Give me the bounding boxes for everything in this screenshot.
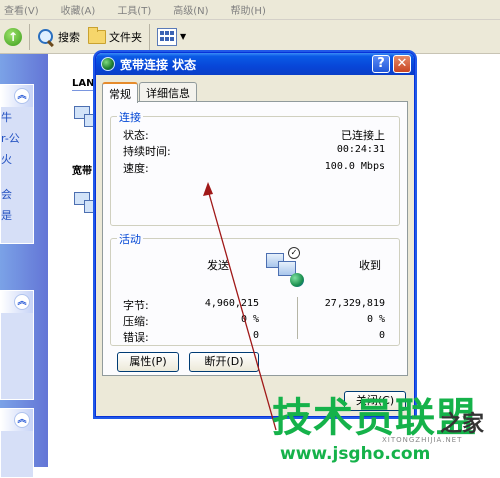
duration-value: 00:24:31 — [336, 144, 385, 155]
chevron-down-icon: ▼ — [180, 32, 187, 41]
dialog-title: 宽带连接 状态 — [120, 57, 197, 72]
bytes-sent-value: 4,960,215 — [204, 298, 259, 309]
task-pane: ︽ 牛 r-公 火 会 是 ︽ ︽ — [0, 54, 48, 478]
bytes-label: 字节: — [123, 299, 149, 312]
errors-label: 错误: — [123, 331, 149, 344]
toolbar-separator — [29, 23, 30, 50]
folder-icon — [88, 26, 106, 44]
task-box-header: ︽ — [1, 409, 33, 431]
search-icon — [37, 28, 55, 46]
collapse-up-icon[interactable]: ︽ — [14, 294, 30, 310]
other-places-box: ︽ — [0, 290, 34, 400]
close-x-button[interactable]: ✕ — [393, 55, 411, 73]
duration-label: 持续时间: — [123, 145, 171, 158]
up-arrow-icon: ↑ — [4, 27, 22, 46]
watermark-suffix: 之家 — [440, 412, 485, 437]
status-label: 状态: — [123, 129, 149, 142]
watermark-url: www.jsgho.com — [280, 444, 431, 464]
details-box: ︽ — [0, 408, 34, 478]
activity-legend: 活动 — [117, 231, 143, 247]
task-link[interactable]: r-公 — [1, 128, 33, 149]
check-icon: ✓ — [288, 247, 300, 259]
compression-received-value: 0 % — [366, 314, 385, 325]
search-button[interactable]: 搜索 — [33, 24, 84, 50]
folders-label: 文件夹 — [109, 30, 142, 44]
general-tab-panel: 连接 状态: 已连接上 持续时间: 00:24:31 速度: 100.0 Mbp… — [102, 101, 408, 376]
dialog-titlebar[interactable]: 宽带连接 状态 ? ✕ — [96, 53, 414, 75]
compression-sent-value: 0 % — [240, 314, 259, 325]
activity-group: 活动 发送 收到 ✓ 字节: 4,960,215 27,329,819 压缩: … — [110, 231, 400, 346]
up-button[interactable]: ↑ — [0, 24, 26, 50]
task-box-header: ︽ — [1, 85, 33, 107]
sent-label: 发送 — [207, 259, 229, 272]
help-button[interactable]: ? — [372, 55, 390, 73]
menu-help[interactable]: 帮助(H) — [231, 2, 266, 17]
tab-strip: 常规 详细信息 — [102, 82, 198, 103]
section-divider — [72, 90, 96, 91]
folders-button[interactable]: 文件夹 — [84, 24, 146, 50]
compression-label: 压缩: — [123, 315, 149, 328]
search-label: 搜索 — [58, 30, 80, 44]
speed-label: 速度: — [123, 162, 149, 175]
collapse-up-icon[interactable]: ︽ — [14, 88, 30, 104]
network-globe-icon — [101, 57, 115, 71]
globe-icon — [290, 273, 304, 287]
status-value: 已连接上 — [341, 129, 385, 142]
errors-received-value: 0 — [378, 330, 385, 341]
task-link[interactable]: 是 — [1, 205, 33, 226]
activity-divider — [297, 297, 298, 339]
connection-group: 连接 状态: 已连接上 持续时间: 00:24:31 速度: 100.0 Mbp… — [110, 109, 400, 226]
menu-view[interactable]: 查看(V) — [4, 2, 39, 17]
collapse-up-icon[interactable]: ︽ — [14, 412, 30, 428]
section-heading-broadband: 宽带 — [72, 166, 92, 177]
views-icon — [157, 27, 177, 46]
menu-advanced[interactable]: 高级(N) — [173, 2, 208, 17]
properties-button[interactable]: 属性(P) — [117, 352, 179, 372]
connection-legend: 连接 — [117, 109, 143, 125]
connection-status-dialog: 宽带连接 状态 ? ✕ 常规 详细信息 连接 状态: 已连接上 持续时间: 00… — [95, 52, 415, 417]
explorer-toolbar: ↑ 搜索 文件夹 ▼ — [0, 20, 500, 54]
task-link[interactable]: 火 — [1, 149, 33, 170]
watermark-romanized: XITONGZHIJIA.NET — [382, 436, 463, 444]
menu-tools[interactable]: 工具(T) — [117, 2, 151, 17]
speed-value: 100.0 Mbps — [324, 161, 385, 172]
toolbar-separator — [149, 23, 150, 50]
disconnect-button[interactable]: 断开(D) — [189, 352, 259, 372]
section-heading-lan: LAN — [72, 78, 95, 89]
menu-favorites[interactable]: 收藏(A) — [61, 2, 96, 17]
network-activity-icon: ✓ — [266, 247, 314, 297]
network-tasks-box: ︽ 牛 r-公 火 会 是 — [0, 84, 34, 244]
task-box-header: ︽ — [1, 291, 33, 313]
tab-general[interactable]: 常规 — [102, 82, 138, 103]
task-link[interactable]: 牛 — [1, 107, 33, 128]
site-watermark: 技术员联盟 之家 XITONGZHIJIA.NET www.jsgho.com — [272, 396, 500, 467]
tab-details[interactable]: 详细信息 — [139, 82, 197, 102]
received-label: 收到 — [359, 259, 381, 272]
errors-sent-value: 0 — [252, 330, 259, 341]
task-link[interactable]: 会 — [1, 184, 33, 205]
bytes-received-value: 27,329,819 — [324, 298, 385, 309]
views-button[interactable]: ▼ — [153, 24, 190, 50]
menu-bar: 查看(V) 收藏(A) 工具(T) 高级(N) 帮助(H) — [0, 0, 500, 20]
